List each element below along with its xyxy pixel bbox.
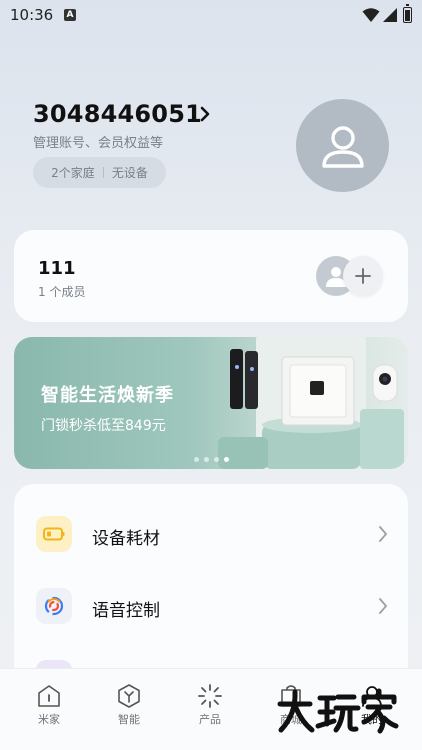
smart-icon — [118, 684, 140, 708]
product-icon — [198, 684, 222, 708]
add-member-button[interactable] — [343, 256, 383, 296]
status-bar: 10:36 A — [0, 0, 422, 30]
voice-assistant-icon — [36, 588, 72, 624]
pagination-dot — [204, 457, 209, 462]
family-members: 1 个成员 — [38, 285, 86, 299]
nav-tab-home[interactable]: 米家 — [19, 683, 79, 743]
menu-item-consumables[interactable]: 设备耗材 — [14, 498, 408, 570]
account-subtitle[interactable]: 管理账号、会员权益等 — [33, 132, 163, 151]
nav-label: 米家 — [38, 713, 60, 726]
banner-subtitle: 门锁秒杀低至849元 — [41, 418, 166, 434]
menu-item-label: 语音控制 — [92, 601, 160, 621]
nav-tab-smart[interactable]: 智能 — [99, 683, 159, 743]
nav-label: 产品 — [199, 713, 221, 726]
chevron-right-icon — [379, 598, 388, 614]
account-id[interactable]: 3048446051 — [33, 100, 202, 128]
product-showcase-image — [218, 337, 404, 469]
menu-item-voice-control[interactable]: 语音控制 — [14, 570, 408, 642]
menu-item-label: 设备耗材 — [92, 529, 160, 549]
home-device-summary[interactable]: 2个家庭 无设备 — [33, 157, 166, 188]
avatar[interactable] — [296, 99, 389, 192]
banner-pagination — [194, 457, 229, 462]
pagination-dot — [194, 457, 199, 462]
watermark-logo — [277, 688, 399, 734]
services-menu: 设备耗材 语音控制 — [14, 484, 408, 684]
banner-title: 智能生活焕新季 — [41, 385, 174, 406]
pill-divider — [102, 167, 104, 178]
chevron-right-icon — [379, 526, 388, 542]
pagination-dot-active — [224, 457, 229, 462]
homes-count: 2个家庭 — [51, 166, 95, 180]
devices-count: 无设备 — [111, 166, 148, 180]
family-card[interactable]: 111 1 个成员 — [14, 230, 408, 322]
home-icon — [38, 685, 60, 707]
consumables-icon — [36, 516, 72, 552]
account-chevron-icon[interactable] — [199, 106, 211, 122]
family-name: 111 — [38, 258, 76, 279]
promo-banner[interactable]: 智能生活焕新季 门锁秒杀低至849元 — [14, 337, 408, 469]
battery-consumable-icon — [43, 527, 65, 541]
notification-icon: A — [64, 9, 76, 21]
xiaoai-icon — [44, 596, 64, 616]
nav-label: 智能 — [118, 713, 140, 726]
nav-tab-product[interactable]: 产品 — [180, 683, 240, 743]
signal-icon — [383, 8, 397, 22]
wifi-icon — [362, 8, 380, 22]
status-time: 10:36 — [10, 6, 54, 24]
user-icon — [321, 125, 364, 168]
pagination-dot — [214, 457, 219, 462]
plus-icon — [355, 268, 371, 284]
battery-icon — [403, 4, 412, 23]
